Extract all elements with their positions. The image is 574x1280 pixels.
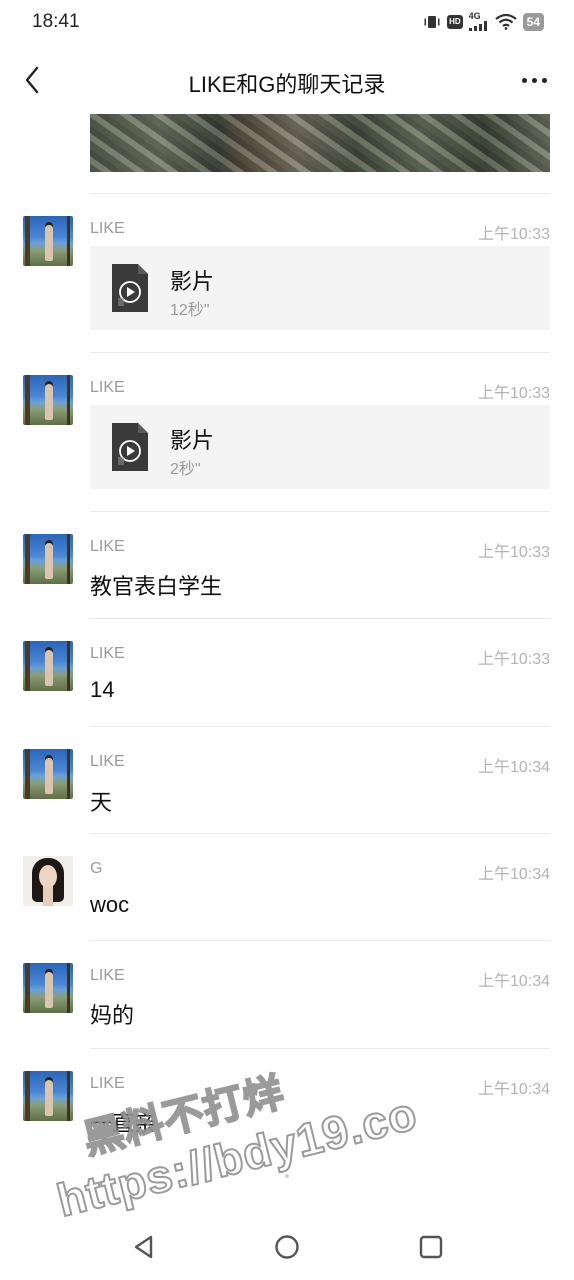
video-file-icon (112, 423, 148, 471)
avatar[interactable] (23, 1071, 73, 1121)
battery-indicator: 54 (522, 12, 544, 31)
message-time: 上午10:33 (477, 385, 550, 402)
triangle-back-icon[interactable] (129, 1232, 159, 1262)
sender-name: LIKE (90, 538, 125, 555)
file-name: 影片 (170, 269, 215, 294)
nav-bar: LIKE和G的聊天记录 (0, 50, 574, 110)
status-icons: HD 4G 54 (423, 12, 544, 31)
file-name: 影片 (170, 428, 215, 453)
network-label: 4G (468, 11, 481, 21)
file-duration: 2秒" (170, 461, 201, 478)
sender-name: LIKE (90, 220, 125, 237)
message-text: 一直亲 (90, 1111, 157, 1136)
video-file-card[interactable]: 影片 2秒" (90, 405, 550, 489)
divider (90, 193, 550, 194)
divider (90, 352, 550, 353)
vibrate-icon (424, 15, 440, 28)
message-text: 天 (90, 790, 113, 815)
avatar[interactable] (23, 641, 73, 691)
hd-badge: HD (447, 14, 463, 29)
message-time: 上午10:34 (477, 1081, 550, 1098)
sender-name: G (90, 860, 103, 877)
status-time: 18:41 (32, 11, 80, 32)
message-time: 上午10:33 (477, 544, 550, 561)
message-time: 上午10:33 (477, 226, 550, 243)
divider (90, 1048, 550, 1049)
video-file-card[interactable]: 影片 12秒" (90, 246, 550, 330)
sender-name: LIKE (90, 1075, 125, 1092)
sender-name: LIKE (90, 967, 125, 984)
file-duration: 12秒" (170, 302, 210, 319)
circle-home-icon[interactable] (272, 1232, 302, 1262)
image-message-preview[interactable] (90, 114, 550, 172)
avatar[interactable] (23, 375, 73, 425)
divider (90, 618, 550, 619)
square-recent-icon[interactable] (416, 1232, 446, 1262)
avatar[interactable] (23, 216, 73, 266)
page-title: LIKE和G的聊天记录 (188, 72, 386, 97)
more-button[interactable] (516, 62, 552, 98)
avatar[interactable] (23, 534, 73, 584)
message-time: 上午10:34 (477, 866, 550, 883)
divider (90, 511, 550, 512)
avatar[interactable] (23, 749, 73, 799)
network-indicator: 4G (468, 11, 489, 31)
message-time: 上午10:34 (477, 759, 550, 776)
message-text: 教官表白学生 (90, 574, 223, 599)
message-text: woc (90, 892, 130, 917)
divider (90, 940, 550, 941)
more-dots-icon (521, 77, 527, 83)
sender-name: LIKE (90, 379, 125, 396)
divider (90, 833, 550, 834)
message-time: 上午10:34 (477, 973, 550, 990)
avatar[interactable] (23, 856, 73, 906)
more-dots-icon (541, 77, 547, 83)
message-text: 14 (90, 677, 115, 702)
message-time: 上午10:33 (477, 651, 550, 668)
wifi-icon (494, 13, 517, 30)
sender-name: LIKE (90, 753, 125, 770)
signal-icon (468, 21, 487, 31)
system-nav-bar (0, 1214, 574, 1280)
message-text: 妈的 (90, 1003, 135, 1028)
sender-name: LIKE (90, 645, 125, 662)
avatar[interactable] (23, 963, 73, 1013)
more-dots-icon (531, 77, 537, 83)
scroll-indicator (285, 1174, 289, 1178)
divider (90, 726, 550, 727)
video-file-icon (112, 264, 148, 312)
status-bar: 18:41 HD 4G 54 (0, 0, 574, 44)
